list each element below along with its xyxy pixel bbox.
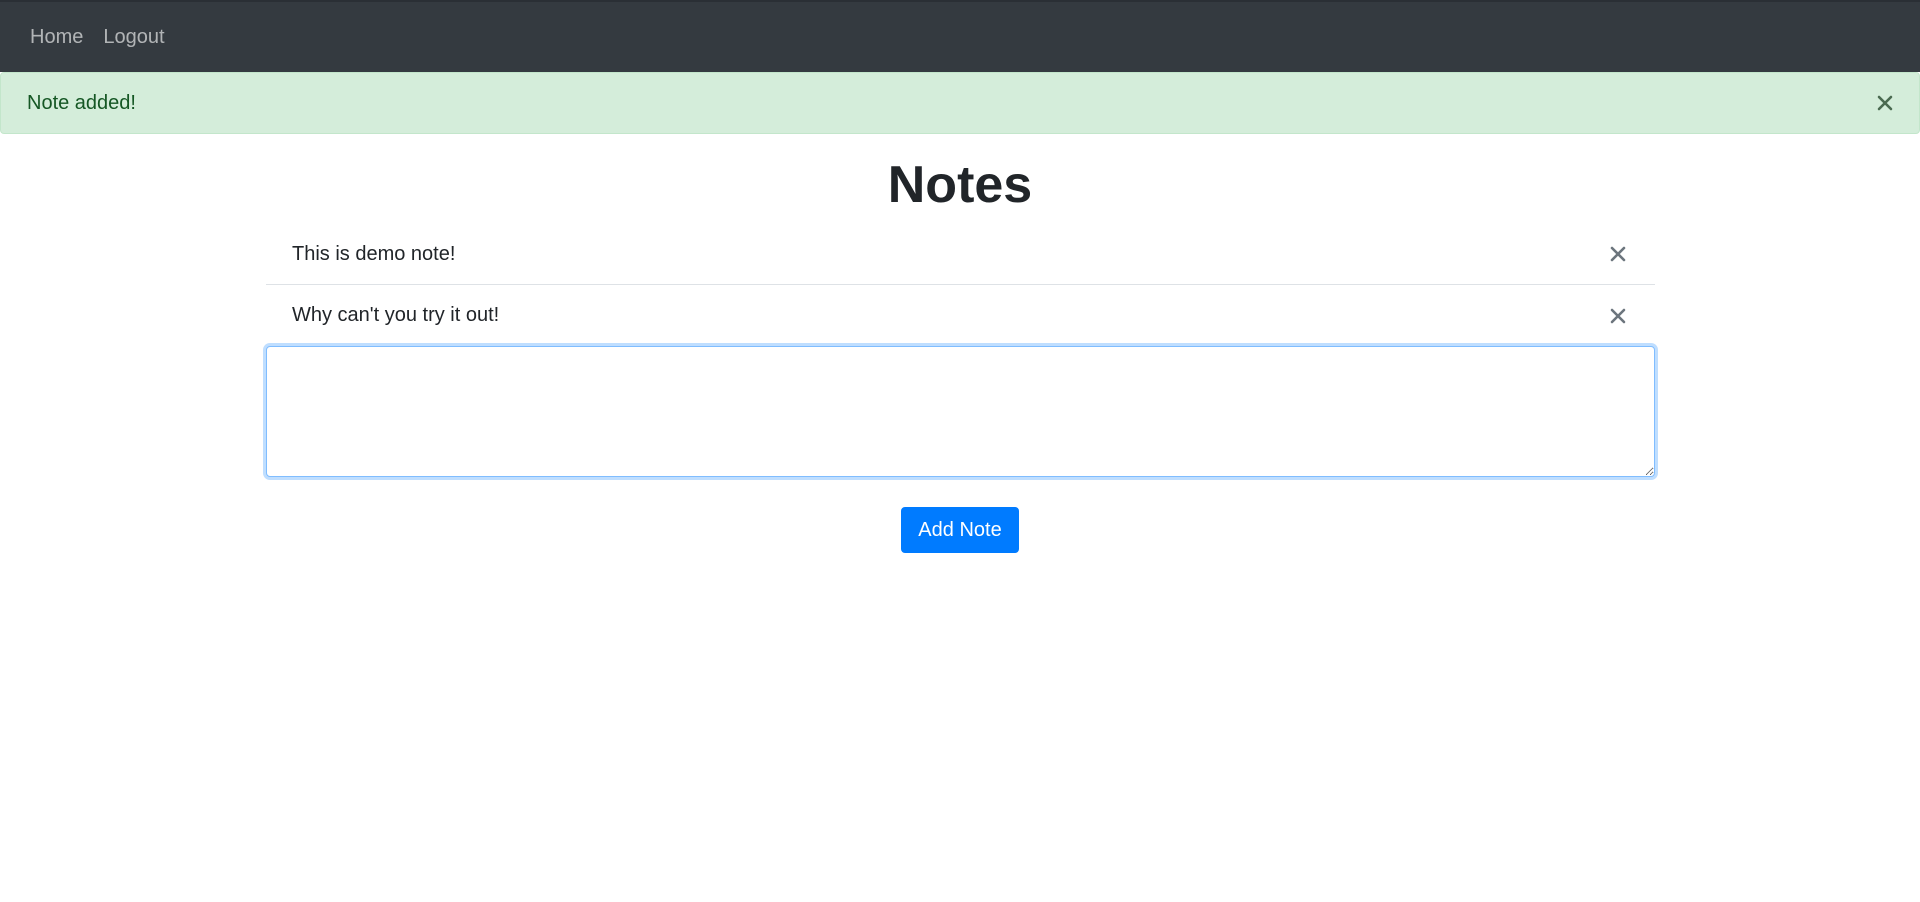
nav-link-home[interactable]: Home	[30, 26, 83, 49]
close-icon[interactable]	[1609, 307, 1627, 325]
notes-list: This is demo note! Why can't you try it …	[266, 224, 1655, 346]
page-title: Notes	[887, 156, 1033, 214]
add-note-button[interactable]: Add Note	[901, 507, 1019, 553]
new-note-textarea[interactable]	[266, 346, 1655, 477]
nav-link-logout[interactable]: Logout	[103, 26, 164, 49]
navbar: Home Logout	[0, 2, 1920, 72]
note-text: This is demo note!	[292, 242, 456, 265]
note-text: Why can't you try it out!	[292, 304, 500, 326]
alert-message: Note added!	[27, 91, 136, 114]
success-alert: Note added!	[0, 72, 1920, 134]
note-item: Why can't you try it out!	[266, 285, 1655, 346]
close-icon[interactable]	[1609, 245, 1627, 263]
close-icon[interactable]	[1875, 93, 1895, 113]
note-item: This is demo note!	[266, 224, 1655, 285]
